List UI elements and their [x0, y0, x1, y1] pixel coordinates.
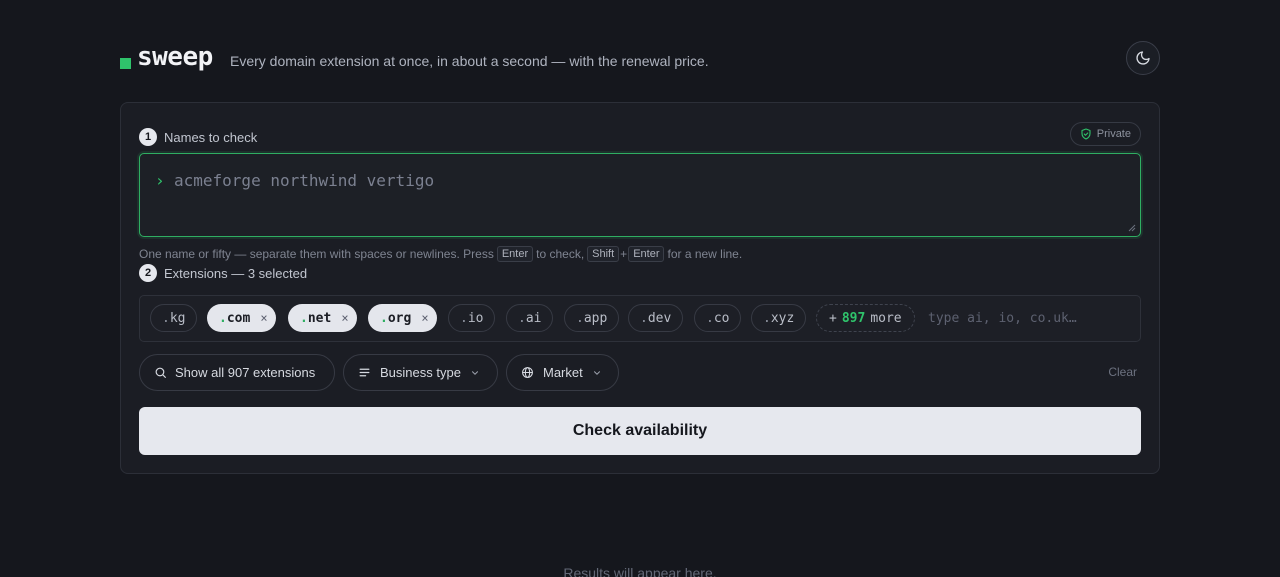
kbd-enter-2: Enter: [628, 246, 665, 262]
chip-dot: .: [706, 310, 714, 326]
list-filter-icon: [359, 368, 370, 377]
chevron-down-icon: [471, 370, 478, 375]
moon-icon: [1136, 51, 1150, 65]
extensions-picker[interactable]: . kg . com × . net × . org × . io . ai . app . dev …: [139, 295, 1141, 342]
chip-net[interactable]: . net ×: [288, 304, 357, 332]
names-label: Names to check: [164, 129, 258, 145]
chip-dot: .: [219, 310, 227, 326]
chip-label: dev: [647, 310, 672, 326]
chip-io[interactable]: . io: [448, 304, 496, 332]
chip-label: co: [713, 310, 730, 326]
show-all-extensions-button[interactable]: Show all 907 extensions: [139, 354, 335, 391]
extensions-label: Extensions — 3 selected: [164, 265, 308, 281]
extension-search-input[interactable]: type ai, io, co.uk…: [928, 311, 1077, 326]
chip-dot: .: [763, 310, 771, 326]
remove-net-icon[interactable]: ×: [341, 311, 348, 325]
prompt-chevron-icon: ›: [155, 171, 165, 190]
step-number-2: 2: [139, 264, 157, 282]
chip-dot: .: [576, 310, 584, 326]
chip-label: ai: [525, 310, 542, 326]
search-icon: [155, 367, 166, 378]
logo-mark: [120, 58, 131, 69]
globe-icon: [522, 367, 533, 378]
more-extensions-button[interactable]: +897 more: [816, 304, 915, 332]
chip-ai[interactable]: . ai: [506, 304, 554, 332]
chip-xyz[interactable]: . xyz: [751, 304, 807, 332]
remove-org-icon[interactable]: ×: [421, 311, 428, 325]
names-step-label: 1 Names to check: [139, 128, 257, 146]
chip-dot: .: [518, 310, 526, 326]
hint-text-2: to check,: [536, 247, 585, 261]
chip-kg[interactable]: . kg: [150, 304, 198, 332]
hint-text-3: for a new line.: [667, 247, 743, 261]
chip-dot: .: [300, 310, 308, 326]
market-label: Market: [543, 365, 583, 380]
names-hint: One name or fifty — separate them with s…: [139, 246, 742, 262]
kbd-plus: +: [620, 247, 628, 261]
tagline: Every domain extension at once, in about…: [230, 53, 709, 69]
app-logo[interactable]: sweep: [137, 41, 213, 73]
chip-label: xyz: [770, 310, 795, 326]
chip-dot: .: [460, 310, 468, 326]
extensions-step-label: 2 Extensions — 3 selected: [139, 264, 307, 282]
chip-app[interactable]: . app: [564, 304, 620, 332]
names-input-text[interactable]: acmeforge northwind vertigo: [174, 170, 434, 192]
app-header: sweep Every domain extension at once, in…: [120, 40, 1160, 76]
chip-dot: .: [640, 310, 648, 326]
business-type-dropdown[interactable]: Business type: [343, 354, 498, 391]
chip-label: app: [583, 310, 608, 326]
chip-label: org: [387, 310, 412, 326]
more-count: 897: [841, 310, 866, 326]
clear-button[interactable]: Clear: [1108, 365, 1137, 379]
chip-dot: .: [380, 310, 388, 326]
show-all-label: Show all 907 extensions: [175, 365, 316, 380]
chip-label: kg: [169, 310, 186, 326]
remove-com-icon[interactable]: ×: [260, 311, 267, 325]
chip-label: com: [226, 310, 251, 326]
chip-dot: .: [162, 310, 170, 326]
chip-label: io: [467, 310, 484, 326]
results-placeholder: Results will appear here.: [563, 565, 717, 577]
kbd-enter: Enter: [496, 246, 534, 262]
chip-label: net: [307, 310, 332, 326]
shield-check-icon: [1081, 128, 1091, 140]
hint-text-1: One name or fifty — separate them with s…: [139, 247, 494, 261]
theme-toggle-button[interactable]: [1126, 41, 1160, 75]
resize-grip-icon[interactable]: [1128, 224, 1136, 232]
names-textarea[interactable]: › acmeforge northwind vertigo: [139, 153, 1141, 237]
more-label: more: [870, 310, 902, 326]
private-badge: Private: [1069, 122, 1141, 146]
private-badge-label: Private: [1096, 128, 1131, 140]
chip-com[interactable]: . com ×: [207, 304, 276, 332]
kbd-shift: Shift: [587, 246, 620, 262]
chevron-down-icon: [593, 370, 600, 375]
step-number-1: 1: [139, 128, 157, 146]
business-type-label: Business type: [380, 365, 461, 380]
more-plus: +: [829, 310, 837, 326]
chip-org[interactable]: . org ×: [368, 304, 437, 332]
check-availability-button[interactable]: Check availability: [139, 407, 1141, 455]
market-dropdown[interactable]: Market: [506, 354, 619, 391]
search-card: 1 Names to check Private › acmeforge nor…: [120, 102, 1160, 474]
chip-dev[interactable]: . dev: [628, 304, 684, 332]
chip-co[interactable]: . co: [694, 304, 742, 332]
